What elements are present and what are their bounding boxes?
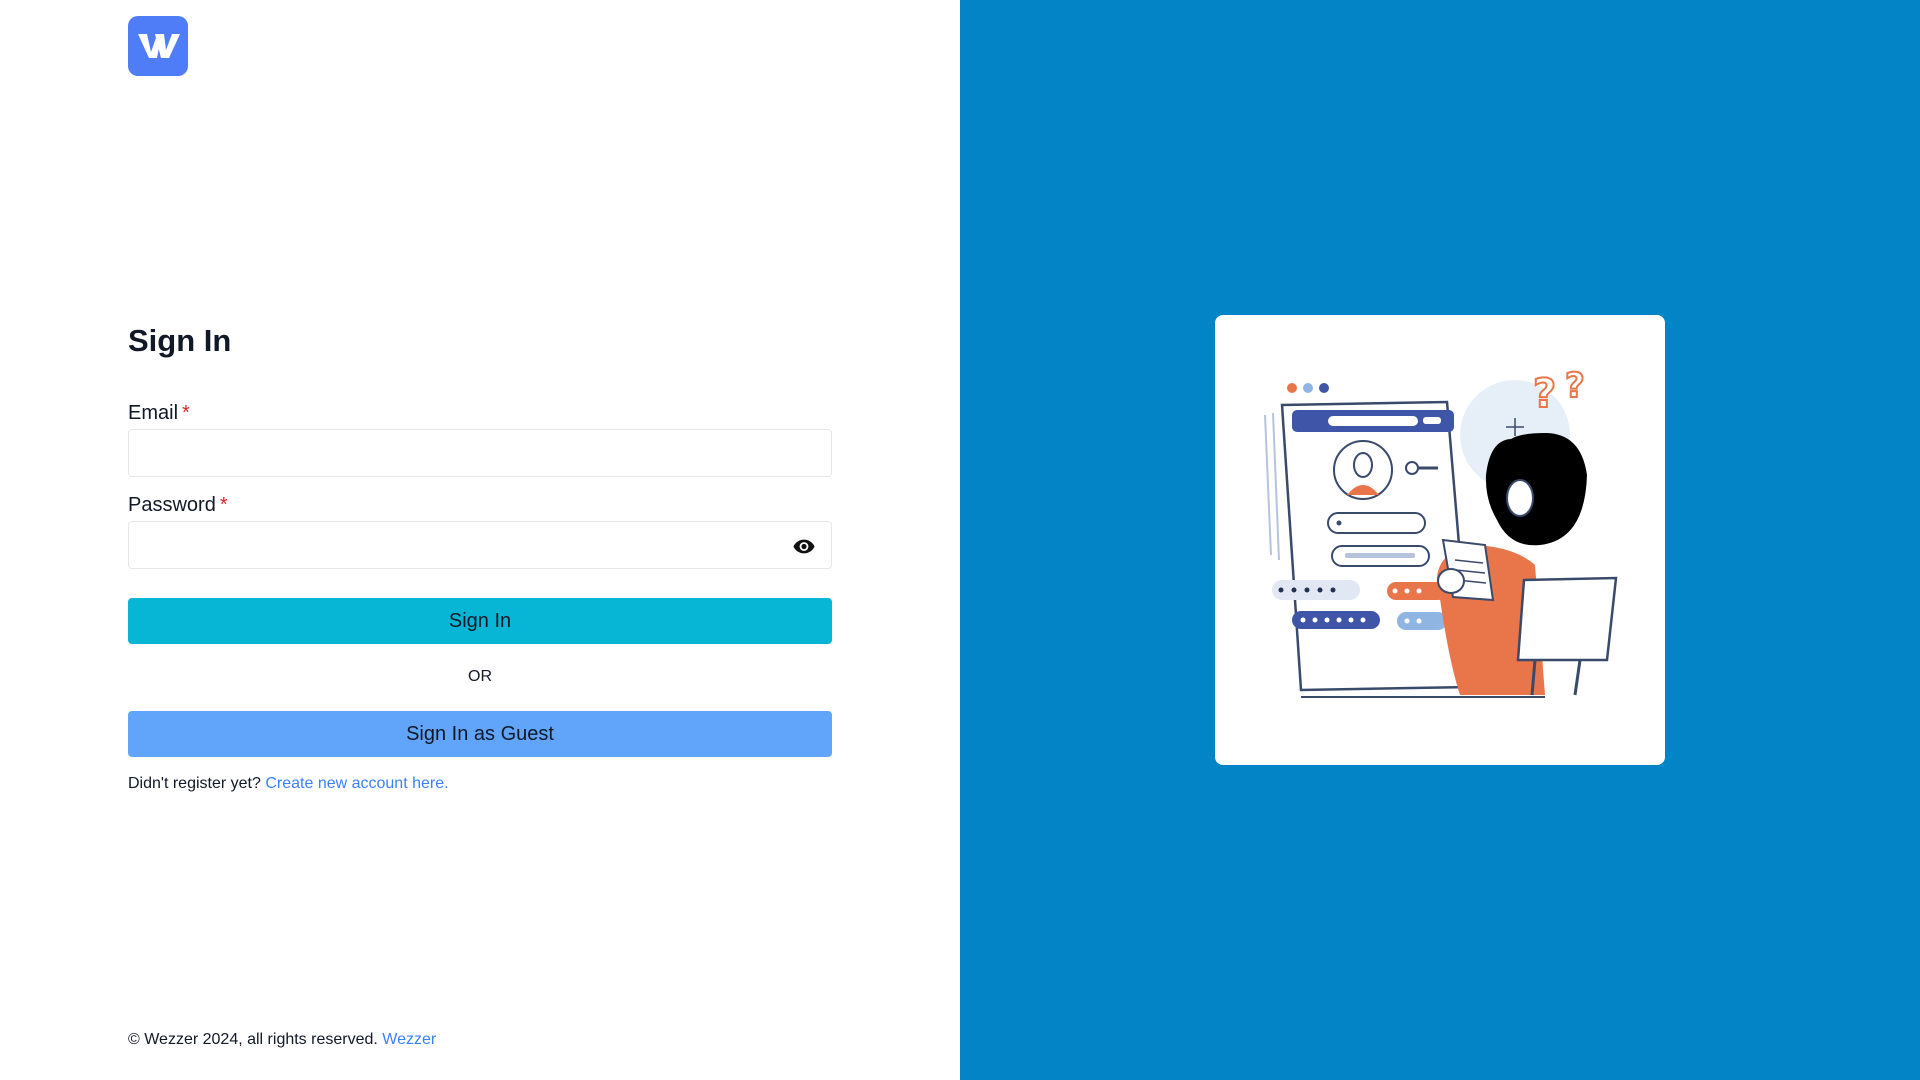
svg-text:?: ? (1565, 366, 1585, 406)
copyright-text: © Wezzer 2024, all rights reserved. (128, 1031, 378, 1048)
wezzer-link[interactable]: Wezzer (382, 1031, 436, 1048)
svg-text:?: ? (1533, 371, 1556, 417)
password-label: Password * (128, 495, 228, 515)
register-prompt: Didn't register yet? Create new account … (128, 774, 449, 793)
footer: © Wezzer 2024, all rights reserved. Wezz… (128, 1030, 436, 1049)
signin-form: Sign In Email * Password * Sign In OR Sign… (128, 323, 832, 792)
page-title: Sign In (128, 323, 232, 358)
wezzer-logo[interactable] (128, 16, 188, 76)
eye-icon[interactable] (792, 535, 816, 557)
illustration-panel: ? ? (960, 0, 1920, 1080)
register-text: Didn't register yet? (128, 775, 261, 792)
illustration-card: ? ? (1215, 315, 1665, 765)
password-label-text: Password (128, 494, 216, 516)
or-divider: OR (468, 668, 492, 685)
required-mark: * (219, 494, 228, 516)
email-field[interactable] (128, 429, 832, 477)
signin-button[interactable]: Sign In (128, 598, 832, 644)
wezzer-logo-icon (138, 34, 180, 58)
email-label-text: Email (128, 402, 179, 424)
login-illustration: ? ? (1264, 365, 1618, 698)
login-panel: Sign In Email * Password * Sign In OR Sign… (0, 0, 960, 1080)
create-account-link[interactable]: Create new account here. (265, 775, 448, 792)
password-field[interactable] (128, 521, 832, 569)
guest-signin-button[interactable]: Sign In as Guest (128, 711, 832, 757)
required-mark: * (182, 402, 190, 424)
email-label: Email * (128, 403, 190, 423)
